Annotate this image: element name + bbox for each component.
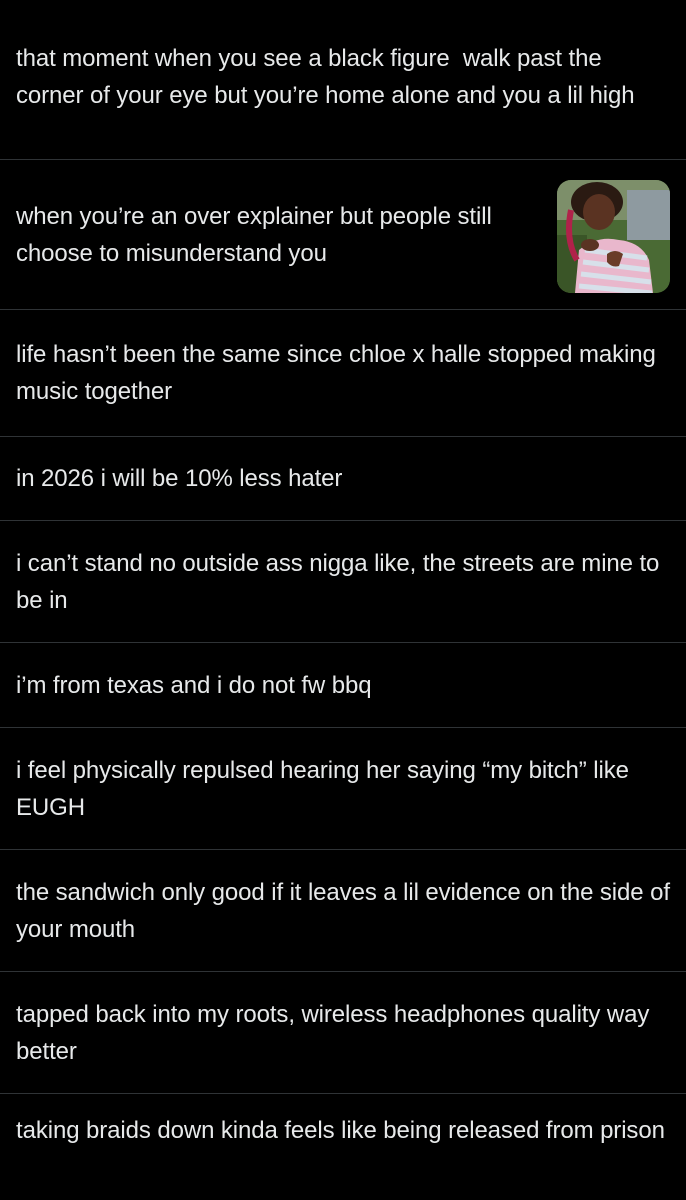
post-item[interactable]: i’m from texas and i do not fw bbq — [0, 643, 686, 728]
post-text: i’m from texas and i do not fw bbq — [16, 671, 372, 699]
post-text: tapped back into my roots, wireless head… — [16, 1000, 656, 1065]
post-item[interactable]: i feel physically repulsed hearing her s… — [0, 728, 686, 850]
post-text: i can’t stand no outside ass nigga like,… — [16, 549, 666, 614]
post-thumbnail-image[interactable] — [557, 180, 670, 293]
post-text: that moment when you see a black figure … — [16, 44, 635, 109]
post-item[interactable]: when you’re an over explainer but people… — [0, 160, 686, 310]
post-item[interactable]: i can’t stand no outside ass nigga like,… — [0, 521, 686, 643]
post-item[interactable]: the sandwich only good if it leaves a li… — [0, 850, 686, 972]
post-text: life hasn’t been the same since chloe x … — [16, 341, 663, 405]
post-item[interactable]: in 2026 i will be 10% less hater — [0, 437, 686, 521]
post-item[interactable]: taking braids down kinda feels like bein… — [0, 1094, 686, 1200]
post-feed: that moment when you see a black figure … — [0, 0, 686, 1200]
post-text: taking braids down kinda feels like bein… — [16, 1117, 665, 1144]
post-text: when you’re an over explainer but people… — [16, 202, 499, 267]
post-text: i feel physically repulsed hearing her s… — [16, 756, 636, 821]
post-item[interactable]: tapped back into my roots, wireless head… — [0, 972, 686, 1094]
post-item[interactable]: that moment when you see a black figure … — [0, 0, 686, 160]
post-item[interactable]: life hasn’t been the same since chloe x … — [0, 310, 686, 437]
post-text: the sandwich only good if it leaves a li… — [16, 878, 677, 943]
post-text: in 2026 i will be 10% less hater — [16, 465, 343, 492]
